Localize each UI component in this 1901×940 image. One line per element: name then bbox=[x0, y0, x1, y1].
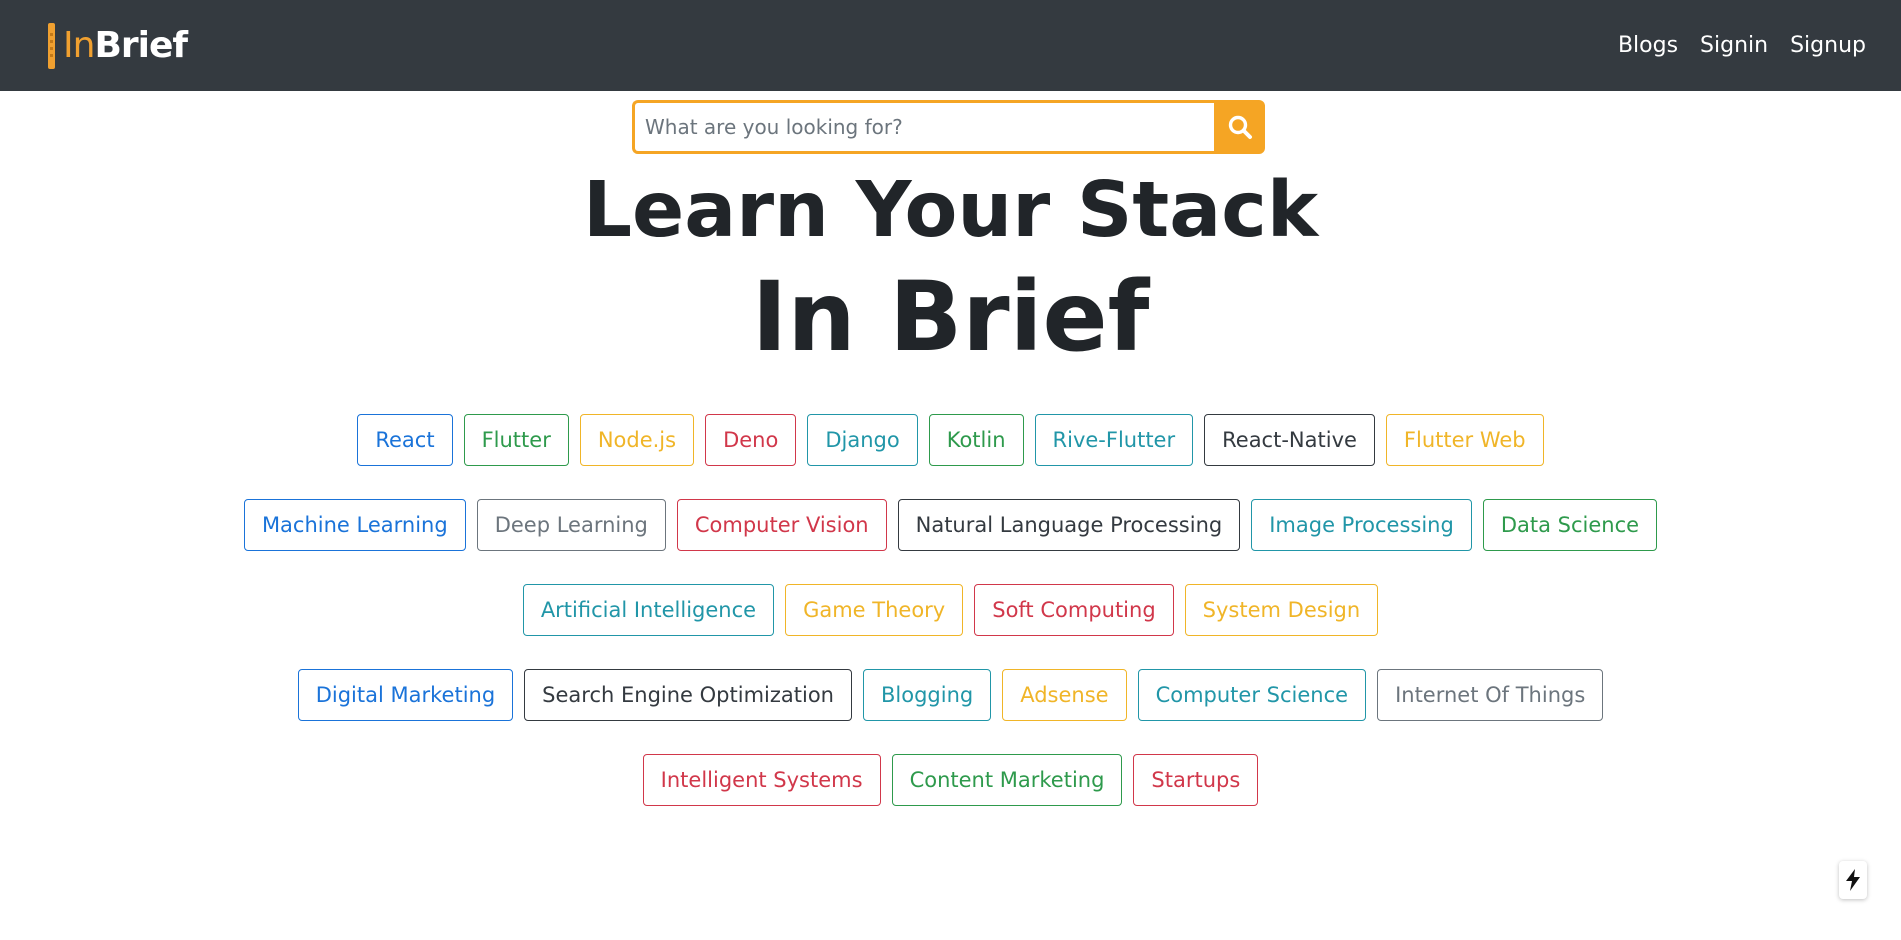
tag-soft-computing[interactable]: Soft Computing bbox=[974, 584, 1174, 636]
tag-row: Digital Marketing Search Engine Optimizat… bbox=[0, 669, 1901, 721]
tag-flutter[interactable]: Flutter bbox=[463, 414, 569, 466]
tag-content-marketing[interactable]: Content Marketing bbox=[891, 754, 1123, 806]
brand-logo[interactable]: In Brief bbox=[48, 21, 188, 71]
hero-subtitle: In Brief bbox=[751, 261, 1150, 373]
tag-computer-science[interactable]: Computer Science bbox=[1137, 669, 1367, 721]
tag-game-theory[interactable]: Game Theory bbox=[785, 584, 964, 636]
tag-deep-learning[interactable]: Deep Learning bbox=[476, 499, 666, 551]
tag-data-science[interactable]: Data Science bbox=[1482, 499, 1658, 551]
navbar: In Brief Blogs Signin Signup bbox=[0, 0, 1901, 91]
tag-react[interactable]: React bbox=[357, 414, 453, 466]
tag-rive-flutter[interactable]: Rive-Flutter bbox=[1034, 414, 1194, 466]
tag-row: Artificial Intelligence Game Theory Soft C… bbox=[0, 584, 1901, 636]
hero-title: Learn Your Stack bbox=[582, 166, 1319, 255]
tag-row: React Flutter Node.js Deno Django Kotlin Rive-… bbox=[0, 414, 1901, 466]
tag-system-design[interactable]: System Design bbox=[1184, 584, 1379, 636]
tag-search-engine-optimization[interactable]: Search Engine Optimization bbox=[524, 669, 852, 721]
brand-text-in: In bbox=[63, 25, 95, 66]
nav-link-signin[interactable]: Signin bbox=[1700, 33, 1768, 58]
tag-digital-marketing[interactable]: Digital Marketing bbox=[297, 669, 514, 721]
tag-intelligent-systems[interactable]: Intelligent Systems bbox=[642, 754, 881, 806]
search-button[interactable] bbox=[1214, 100, 1265, 154]
tag-row: Machine Learning Deep Learning Computer Vi… bbox=[0, 499, 1901, 551]
tag-kotlin[interactable]: Kotlin bbox=[928, 414, 1024, 466]
tag-natural-language-processing[interactable]: Natural Language Processing bbox=[897, 499, 1241, 551]
nav-link-blogs[interactable]: Blogs bbox=[1618, 33, 1678, 58]
tag-flutter-web[interactable]: Flutter Web bbox=[1385, 414, 1544, 466]
search-icon bbox=[1228, 115, 1252, 139]
tag-startups[interactable]: Startups bbox=[1133, 754, 1259, 806]
lightning-icon bbox=[1846, 869, 1860, 891]
search-bar bbox=[632, 100, 1265, 154]
tag-deno[interactable]: Deno bbox=[705, 414, 797, 466]
nav-link-signup[interactable]: Signup bbox=[1790, 33, 1866, 58]
search-input[interactable] bbox=[632, 100, 1214, 154]
tag-blogging[interactable]: Blogging bbox=[862, 669, 992, 721]
tag-artificial-intelligence[interactable]: Artificial Intelligence bbox=[522, 584, 775, 636]
brand-text-brief: Brief bbox=[94, 25, 188, 66]
tag-django[interactable]: Django bbox=[807, 414, 918, 466]
tag-adsense[interactable]: Adsense bbox=[1002, 669, 1127, 721]
topic-tags: React Flutter Node.js Deno Django Kotlin Rive-… bbox=[0, 414, 1901, 839]
lightning-button[interactable] bbox=[1839, 861, 1867, 899]
tag-computer-vision[interactable]: Computer Vision bbox=[676, 499, 887, 551]
tag-row: Intelligent Systems Content Marketing Star… bbox=[0, 754, 1901, 806]
tag-react-native[interactable]: React-Native bbox=[1204, 414, 1375, 466]
logo-pencil-icon bbox=[48, 22, 55, 69]
tag-node-js[interactable]: Node.js bbox=[579, 414, 695, 466]
tag-internet-of-things[interactable]: Internet Of Things bbox=[1377, 669, 1604, 721]
tag-machine-learning[interactable]: Machine Learning bbox=[243, 499, 466, 551]
tag-image-processing[interactable]: Image Processing bbox=[1251, 499, 1472, 551]
nav-links: Blogs Signin Signup bbox=[1618, 33, 1866, 58]
